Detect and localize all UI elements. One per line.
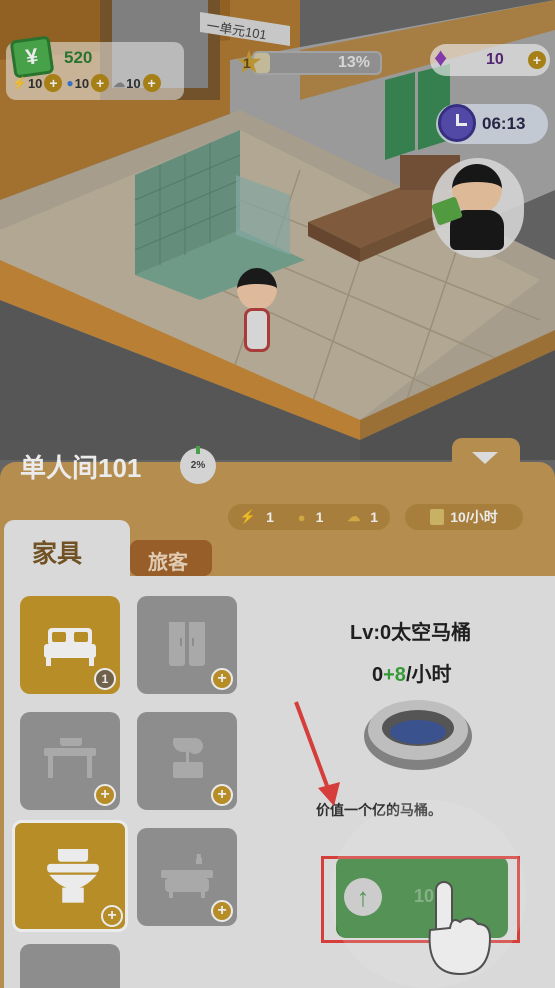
room-stats: ⚡ 1 ● 1 ☁ 1 bbox=[228, 504, 390, 530]
rate-unit: /小时 bbox=[405, 664, 452, 686]
stat-water: ● 1 bbox=[298, 509, 324, 525]
collapse-panel-button[interactable] bbox=[452, 438, 520, 478]
water-resource: ● 10 + bbox=[66, 74, 110, 92]
tab-guests[interactable]: 旅客 bbox=[130, 540, 212, 576]
tutorial-arrow-icon bbox=[294, 701, 340, 806]
add-plant-button[interactable]: + bbox=[211, 784, 233, 806]
lightning-icon: ⚡ bbox=[12, 76, 27, 90]
add-energy-button[interactable]: + bbox=[44, 74, 63, 92]
timer-panel[interactable]: 06:13 bbox=[436, 104, 548, 144]
level-indicator[interactable]: 13% ★ 1 bbox=[232, 45, 384, 79]
add-cloud-button[interactable]: + bbox=[142, 74, 161, 92]
chevron-down-icon bbox=[472, 452, 498, 464]
energy-resource: ⚡ 10 + bbox=[12, 74, 63, 92]
level-number: 1 bbox=[243, 55, 251, 71]
add-water-button[interactable]: + bbox=[91, 74, 110, 92]
bed-count-badge: 1 bbox=[94, 668, 116, 690]
add-gems-button[interactable]: + bbox=[528, 51, 546, 69]
guest-character[interactable] bbox=[232, 268, 282, 364]
level-progress-bar: 13% bbox=[252, 51, 382, 75]
money-value: 520 bbox=[64, 48, 93, 67]
stat-water-value: 1 bbox=[315, 509, 324, 525]
lightning-icon: ⚡ bbox=[239, 509, 257, 524]
water-value: 10 bbox=[74, 75, 90, 91]
furniture-slot-table[interactable]: + bbox=[20, 712, 120, 810]
furniture-slot-plant[interactable]: + bbox=[137, 712, 237, 810]
income-rate: 10/小时 bbox=[405, 504, 523, 530]
cloud-icon: ☁ bbox=[113, 76, 126, 90]
drop-icon: ● bbox=[66, 76, 74, 90]
furniture-slot-bed[interactable]: 1 bbox=[20, 596, 120, 694]
add-table-button[interactable]: + bbox=[94, 784, 116, 806]
money-panel: ¥ 520 ⚡ 10 + ● 10 + ☁ 10 + bbox=[6, 35, 184, 100]
clock-icon bbox=[438, 104, 476, 142]
furniture-slot-toilet[interactable]: + bbox=[12, 820, 128, 932]
add-toilet-button[interactable]: + bbox=[101, 905, 123, 927]
cloud-icon: ☁ bbox=[347, 509, 361, 524]
tab-guests-label: 旅客 bbox=[148, 552, 188, 574]
wardrobe-icon bbox=[169, 622, 205, 666]
guest-body bbox=[244, 308, 270, 352]
bathtub-icon bbox=[161, 854, 213, 898]
yuan-note-icon bbox=[430, 509, 445, 525]
yuan-note-icon: ¥ bbox=[9, 35, 55, 79]
cloud-resource: ☁ 10 + bbox=[113, 74, 161, 92]
gem-value: 10 bbox=[486, 51, 504, 68]
stat-energy: ⚡ 1 bbox=[240, 509, 274, 525]
income-text: 10/小时 bbox=[450, 509, 498, 525]
rate-base: 0 bbox=[372, 664, 384, 686]
tab-furniture-label: 家具 bbox=[32, 540, 83, 568]
stat-energy-value: 1 bbox=[266, 509, 274, 525]
tab-furniture[interactable]: 家具 bbox=[4, 520, 130, 580]
item-title: Lv:0太空马桶 bbox=[350, 622, 472, 644]
energy-value: 10 bbox=[27, 75, 43, 91]
stat-cloud-value: 1 bbox=[370, 509, 379, 525]
landlord-bubble[interactable] bbox=[431, 158, 524, 258]
room-progress-badge: 2% bbox=[180, 446, 216, 484]
table-icon bbox=[44, 738, 96, 778]
room-title: 单人间101 bbox=[20, 453, 142, 483]
drop-icon: ● bbox=[297, 509, 306, 525]
pointing-hand-icon bbox=[428, 881, 492, 976]
room-panel: 单人间101 2% ⚡ 1 ● 1 ☁ 1 10/小时 家具 旅客 1 + + … bbox=[0, 438, 555, 988]
gem-icon: ♦ bbox=[434, 42, 448, 72]
gem-panel: ♦ 10 + bbox=[430, 42, 550, 76]
furniture-slot-more[interactable] bbox=[20, 944, 120, 988]
add-bathtub-button[interactable]: + bbox=[211, 900, 233, 922]
toilet-icon bbox=[47, 849, 99, 903]
stat-cloud: ☁ 1 bbox=[347, 509, 378, 525]
plant-icon bbox=[173, 738, 203, 778]
timer-value: 06:13 bbox=[482, 114, 526, 133]
furniture-slot-bathtub[interactable]: + bbox=[137, 828, 237, 926]
add-wardrobe-button[interactable]: + bbox=[211, 668, 233, 690]
level-progress-text: 13% bbox=[337, 54, 370, 71]
resource-row: ⚡ 10 + ● 10 + ☁ 10 + bbox=[12, 74, 161, 92]
space-toilet-image bbox=[364, 700, 472, 770]
item-rate: 0+8/小时 bbox=[372, 658, 452, 687]
guest-head bbox=[237, 268, 277, 310]
bed-icon bbox=[44, 628, 96, 666]
rate-plus: +8 bbox=[383, 664, 406, 686]
cloud-value: 10 bbox=[126, 75, 141, 91]
furniture-slot-wardrobe[interactable]: + bbox=[137, 596, 237, 694]
